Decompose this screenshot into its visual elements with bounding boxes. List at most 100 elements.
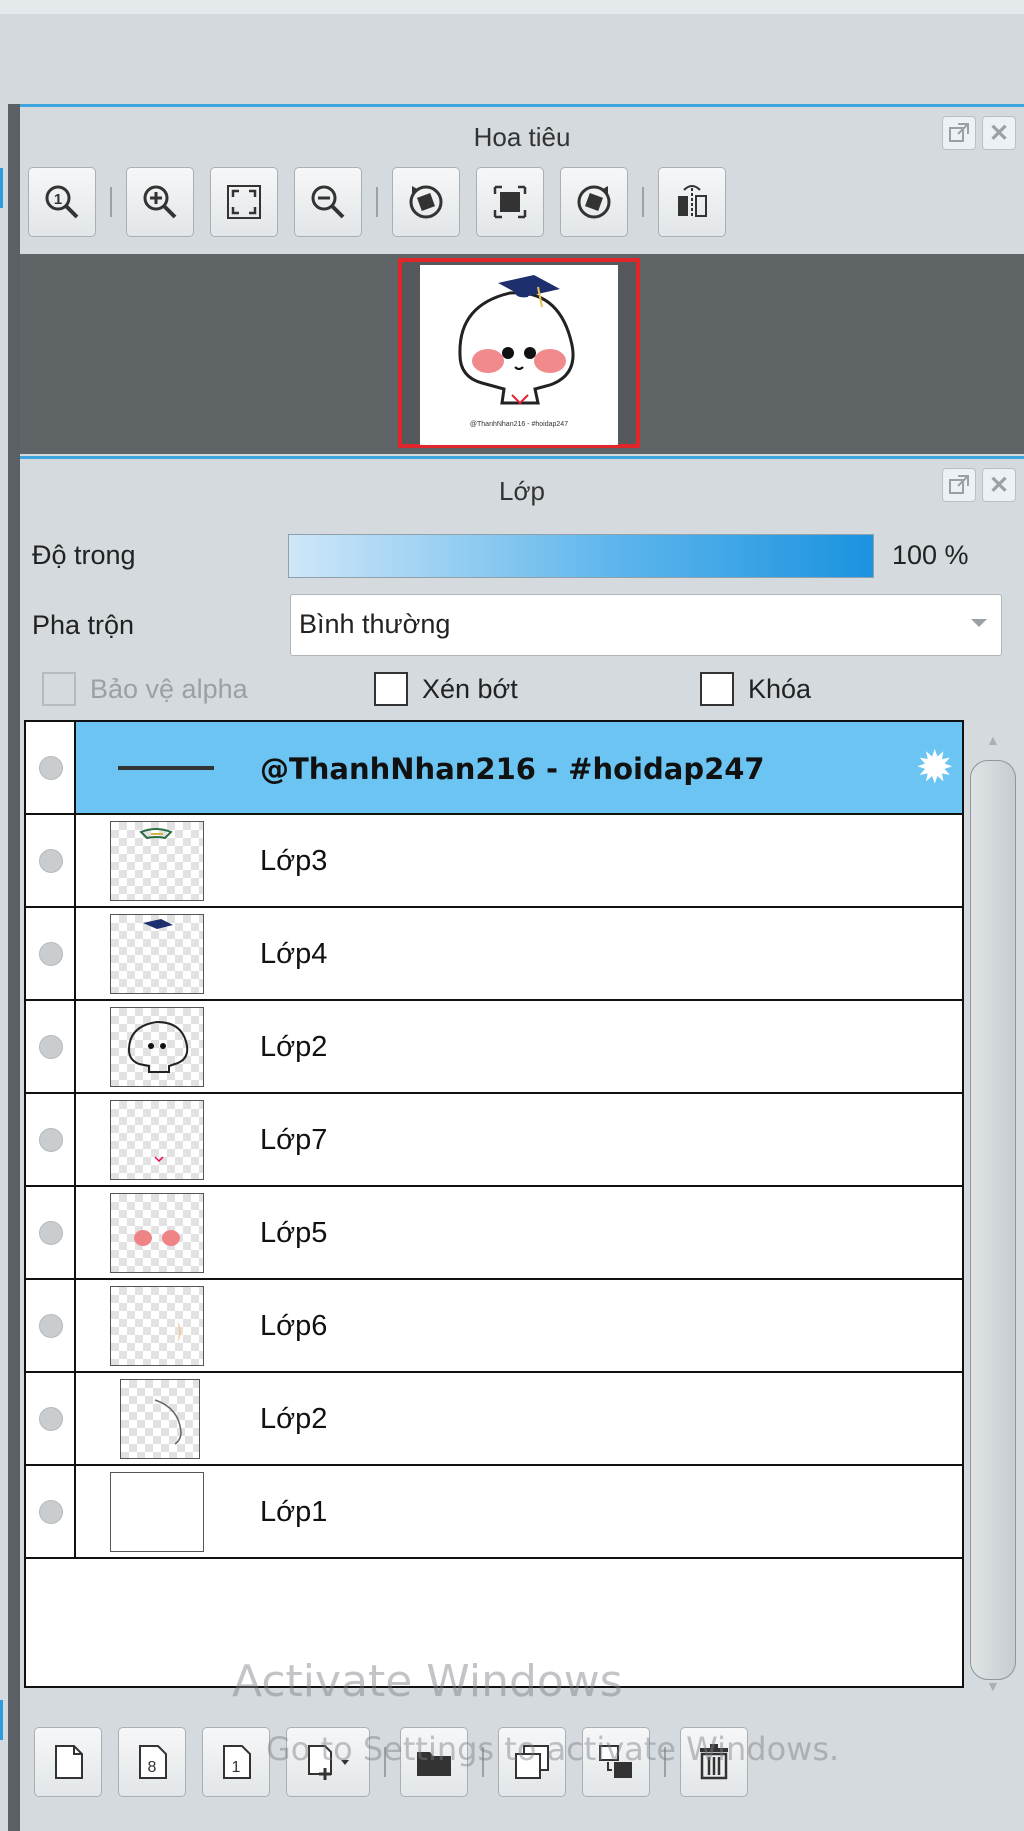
new-1bit-layer-icon: 1: [223, 1745, 251, 1779]
navigator-panel: Hoa tiêu ✕ 1 @ThanhNhan216 - #hoidap247: [20, 104, 1024, 456]
new-layer-button[interactable]: [34, 1727, 102, 1797]
layer-row[interactable]: Lớp6: [26, 1280, 962, 1373]
layer-thumbnail-art: [154, 1156, 164, 1163]
layer-row[interactable]: Lớp1: [26, 1466, 962, 1559]
new-8bit-layer-button[interactable]: 8: [118, 1727, 186, 1797]
scrollbar-thumb[interactable]: [970, 760, 1016, 1680]
scroll-down-icon[interactable]: ▼: [986, 1678, 1000, 1694]
checkbox-box: [374, 672, 408, 706]
flip-horizontal-button[interactable]: [658, 167, 726, 237]
visibility-toggle[interactable]: [26, 908, 76, 999]
rotate-right-button[interactable]: [560, 167, 628, 237]
layer-name: Lớp4: [260, 938, 328, 970]
visibility-toggle[interactable]: [26, 815, 76, 906]
layer-row[interactable]: Lớp7: [26, 1094, 962, 1187]
fit-window-button[interactable]: [210, 167, 278, 237]
clip-label: Xén bớt: [422, 673, 518, 704]
zoom-in-button[interactable]: [126, 167, 194, 237]
activate-windows-subtitle: Go to Settings to activate Windows.: [266, 1730, 840, 1768]
close-button[interactable]: ✕: [982, 468, 1016, 502]
visibility-toggle[interactable]: [26, 1001, 76, 1092]
layer-name: Lớp2: [260, 1031, 328, 1063]
undock-button[interactable]: [942, 116, 976, 150]
zoom-actual-icon: 1: [45, 185, 79, 219]
clip-checkbox[interactable]: Xén bớt: [374, 672, 518, 706]
reset-rotation-button[interactable]: [476, 167, 544, 237]
close-icon: ✕: [988, 471, 1010, 499]
new-1bit-layer-button[interactable]: 1: [202, 1727, 270, 1797]
blend-mode-select[interactable]: Bình thường: [290, 594, 1002, 656]
eye-icon: [39, 1035, 63, 1059]
panel-accent-line: [20, 104, 1024, 107]
rotate-left-icon: [409, 185, 443, 219]
checkbox-box: [700, 672, 734, 706]
layer-row[interactable]: @ThanhNhan216 - #hoidap247 ✹: [26, 722, 962, 815]
layer-name: Lớp3: [260, 845, 328, 877]
preview-caption: @ThanhNhan216 - #hoidap247: [469, 421, 569, 428]
zoom-actual-button[interactable]: 1: [28, 167, 96, 237]
layer-name: Lớp7: [260, 1124, 328, 1156]
navigator-window-buttons: ✕: [942, 116, 1016, 150]
navigator-view-frame[interactable]: @ThanhNhan216 - #hoidap247: [398, 258, 640, 448]
new-layer-icon: [55, 1745, 83, 1779]
zoom-out-button[interactable]: [294, 167, 362, 237]
undock-icon: [949, 475, 969, 494]
layers-title: Lớp: [499, 476, 545, 506]
layer-thumbnail: [118, 766, 214, 770]
visibility-toggle[interactable]: [26, 1187, 76, 1278]
layer-thumbnail: [110, 1286, 204, 1366]
undock-button[interactable]: [942, 468, 976, 502]
new-8bit-layer-icon: 8: [139, 1745, 167, 1779]
lock-checkbox[interactable]: Khóa: [700, 672, 811, 706]
layer-thumbnail-art: [134, 1230, 180, 1246]
top-strip: [0, 0, 1024, 14]
layer-thumbnail-art: [139, 828, 173, 840]
layer-thumbnail: [110, 821, 204, 901]
toolbar-separator: [110, 187, 112, 217]
panel-accent-line: [20, 456, 1024, 459]
layers-window-buttons: ✕: [942, 468, 1016, 502]
character-drawing: [458, 275, 575, 405]
layer-row[interactable]: Lớp2: [26, 1001, 962, 1094]
layer-thumbnail-art: [154, 1399, 182, 1445]
visibility-toggle[interactable]: [26, 722, 76, 813]
gear-icon[interactable]: ✹: [915, 744, 954, 790]
rotate-left-button[interactable]: [392, 167, 460, 237]
layer-thumbnail-art: [127, 1020, 189, 1073]
layer-thumbnail-art: [177, 1321, 181, 1343]
eye-icon: [39, 942, 63, 966]
navigator-toolbar: 1: [28, 164, 742, 240]
eye-icon: [39, 849, 63, 873]
eye-icon: [39, 1128, 63, 1152]
opacity-value: 100 %: [892, 540, 969, 570]
layer-thumbnail: [110, 1007, 204, 1087]
navigator-title: Hoa tiêu: [473, 122, 571, 152]
layer-thumbnail: [110, 1472, 204, 1552]
layer-list-scrollbar[interactable]: ▲ ▼: [968, 732, 1018, 1694]
layer-row[interactable]: Lớp3: [26, 815, 962, 908]
workspace-gap: [0, 14, 1024, 104]
layer-row[interactable]: Lớp5: [26, 1187, 962, 1280]
eye-icon: [39, 1407, 63, 1431]
layers-panel: Lớp ✕ Độ trong 100 % Pha trộn Bình thườn…: [20, 456, 1024, 1712]
close-button[interactable]: ✕: [982, 116, 1016, 150]
navigator-viewport[interactable]: @ThanhNhan216 - #hoidap247: [20, 254, 1024, 454]
visibility-toggle[interactable]: [26, 1466, 76, 1557]
layer-row[interactable]: Lớp2: [26, 1373, 962, 1466]
visibility-toggle[interactable]: [26, 1280, 76, 1371]
protect-alpha-checkbox[interactable]: Bảo vệ alpha: [42, 672, 248, 706]
eye-icon: [39, 1314, 63, 1338]
layer-name: Lớp5: [260, 1217, 328, 1249]
visibility-toggle[interactable]: [26, 1094, 76, 1185]
layer-row[interactable]: Lớp4: [26, 908, 962, 1001]
layer-thumbnail-art: [143, 919, 173, 929]
undock-icon: [949, 123, 969, 142]
opacity-slider[interactable]: [288, 534, 874, 578]
eye-icon: [39, 756, 63, 780]
visibility-toggle[interactable]: [26, 1373, 76, 1464]
toolbar-separator: [376, 187, 378, 217]
left-dock-accent-bottom: [0, 1700, 3, 1740]
layer-list: @ThanhNhan216 - #hoidap247 ✹ Lớp3 Lớp4 L…: [24, 720, 964, 1688]
layer-thumbnail: [120, 1379, 200, 1459]
scroll-up-icon[interactable]: ▲: [986, 732, 1000, 748]
